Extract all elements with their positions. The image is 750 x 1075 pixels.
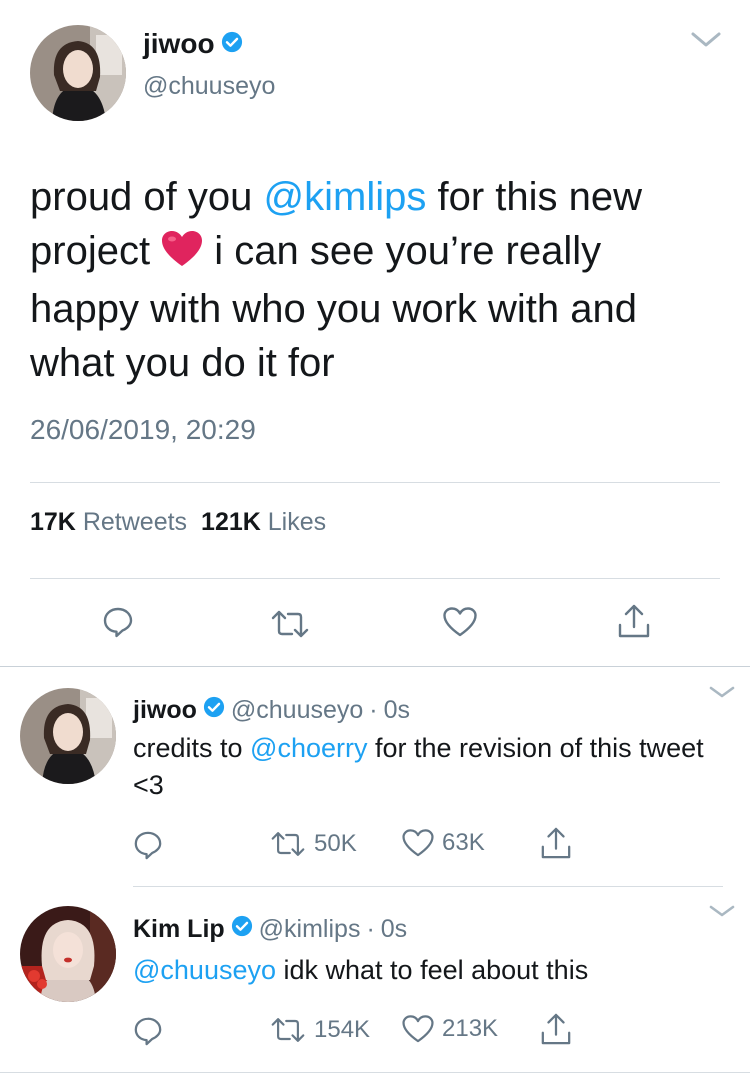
share-button[interactable] (540, 826, 572, 860)
chevron-down-icon[interactable] (690, 30, 722, 55)
handle[interactable]: @kimlips (259, 915, 361, 944)
retweet-count: 154K (314, 1016, 371, 1043)
avatar[interactable] (20, 688, 116, 784)
tweet-text: @chuuseyo idk what to feel about this (133, 952, 723, 989)
retweet-button[interactable]: 154K (270, 1016, 370, 1044)
like-count: 63K (442, 829, 485, 856)
heart-icon (402, 1015, 434, 1043)
chevron-down-icon[interactable] (708, 684, 736, 705)
display-name[interactable]: jiwoo (133, 696, 197, 725)
reply-header: Kim Lip @kimlips · 0s (133, 915, 407, 944)
chevron-down-icon[interactable] (708, 903, 736, 924)
heart-emoji (161, 228, 203, 282)
tweet-text: credits to @choerry for the revision of … (133, 730, 723, 804)
heart-icon (402, 829, 434, 857)
share-icon (617, 603, 651, 639)
verified-badge-icon (231, 915, 253, 944)
retweet-count: 50K (314, 830, 357, 857)
share-button[interactable] (540, 1012, 572, 1046)
tweet-text-end: idk what to feel about this (276, 955, 589, 985)
separator-dot: · (366, 915, 375, 943)
tweet-text-start: proud of you (30, 175, 264, 219)
section-divider (0, 666, 750, 667)
share-icon (540, 826, 572, 860)
handle[interactable]: @chuuseyo (143, 72, 275, 101)
retweet-button[interactable]: 50K (270, 830, 357, 858)
reply-icon (133, 830, 163, 860)
like-button[interactable]: 63K (402, 829, 485, 857)
timestamp[interactable]: 26/06/2019, 20:29 (30, 414, 256, 446)
verified-badge-icon (221, 28, 243, 60)
reply-icon (102, 606, 134, 638)
retweets-label: Retweets (82, 508, 188, 536)
like-button[interactable]: 213K (402, 1015, 498, 1043)
handle[interactable]: @chuuseyo (231, 696, 363, 725)
heart-icon (443, 607, 477, 637)
reply-header: jiwoo @chuuseyo · 0s (133, 696, 410, 725)
tweet-time[interactable]: 0s (384, 696, 410, 725)
tweet-time[interactable]: 0s (381, 915, 407, 944)
reply-button[interactable] (133, 1016, 163, 1046)
retweet-stat[interactable]: 17K Retweets (30, 508, 187, 537)
display-name[interactable]: jiwoo (143, 28, 215, 60)
divider (30, 482, 720, 483)
tweet-text: proud of you @kimlips for this new proje… (30, 170, 710, 390)
retweet-icon (270, 610, 310, 638)
tweet-text-start: credits to (133, 733, 251, 763)
retweet-icon (270, 831, 306, 857)
display-name[interactable]: Kim Lip (133, 915, 225, 944)
retweet-button[interactable] (270, 610, 310, 638)
retweet-icon (270, 1017, 306, 1043)
section-divider (133, 886, 723, 887)
likes-stat[interactable]: 121K Likes (201, 508, 326, 537)
likes-label: Likes (267, 508, 327, 536)
like-button[interactable] (443, 607, 477, 637)
likes-count: 121K (201, 508, 261, 536)
reply-button[interactable] (102, 606, 134, 638)
separator-dot: · (369, 696, 378, 724)
mention-link[interactable]: @kimlips (264, 175, 427, 219)
section-divider (0, 1072, 750, 1073)
avatar[interactable] (30, 25, 126, 121)
verified-badge-icon (203, 696, 225, 725)
retweets-count: 17K (30, 508, 76, 536)
divider (30, 578, 720, 579)
tweet-stats: 17K Retweets 121K Likes (30, 508, 326, 537)
share-icon (540, 1012, 572, 1046)
mention-link[interactable]: @choerry (250, 733, 367, 763)
reply-button[interactable] (133, 830, 163, 860)
share-button[interactable] (617, 603, 651, 639)
mention-link[interactable]: @chuuseyo (133, 955, 276, 985)
like-count: 213K (442, 1015, 499, 1042)
avatar[interactable] (20, 906, 116, 1002)
reply-icon (133, 1016, 163, 1046)
